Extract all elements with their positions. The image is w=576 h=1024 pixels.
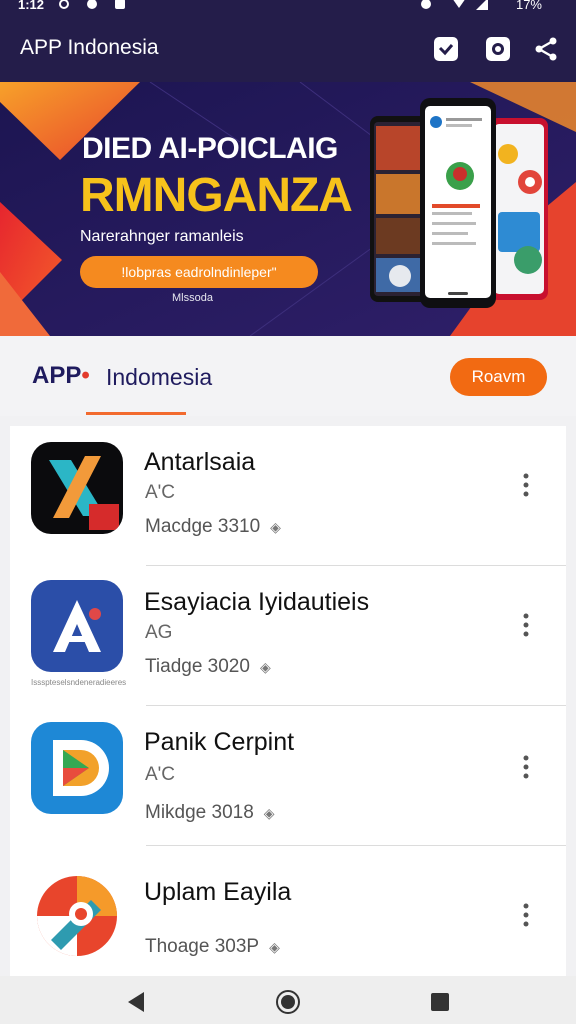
app-meta-text: Macdge 3310: [145, 516, 261, 537]
app-list: Antarlsaia A'C Macdge 3310 ◈ Issspteselsn…: [10, 426, 566, 976]
action-button[interactable]: Roavm: [450, 358, 547, 396]
app-meta: Thoage 303P ◈: [145, 936, 280, 958]
list-item[interactable]: Panik Cerpint A'C Mikdge 3018 ◈: [10, 706, 566, 846]
app-developer: A'C: [145, 764, 176, 785]
app-meta: Macdge 3310 ◈: [145, 516, 281, 538]
more-options-icon[interactable]: [520, 754, 532, 780]
banner-headline: DIED AI-POICLAIG: [82, 132, 338, 165]
app-developer: A'C: [145, 482, 176, 503]
list-item[interactable]: Uplam Eayila Thoage 303P ◈: [10, 850, 566, 976]
promo-banner[interactable]: DIED AI-POICLAIG RMNGANZA Narerahnger ra…: [0, 82, 576, 336]
app-meta: Mikdge 3018 ◈: [145, 802, 275, 824]
banner-subtitle: Narerahnger ramanleis: [80, 228, 244, 245]
settings-status-icon: [59, 0, 69, 9]
notification-status-icon: [115, 0, 125, 9]
camera-icon[interactable]: [485, 36, 511, 62]
app-name: Esayiacia Iyidautieis: [144, 588, 370, 616]
badge-icon: ◈: [259, 659, 271, 675]
status-bar: 1:12 17%: [0, 0, 576, 14]
app-developer: AG: [145, 622, 173, 643]
app-name: Antarlsaia: [144, 448, 256, 476]
app-meta-text: Mikdge 3018: [145, 802, 254, 823]
d-logo-icon: [31, 722, 123, 814]
compass-logo-icon: [31, 870, 123, 962]
status-time: 1:12: [18, 0, 45, 12]
phone-mockup-center: [420, 98, 496, 308]
banner-cta-button[interactable]: !lobpras eadrolndinleper": [80, 256, 318, 288]
more-options-icon[interactable]: [520, 902, 532, 928]
banner-title: RMNGANZA: [80, 169, 353, 222]
screen: 1:12 17% APP Indonesia DIED AI-POICLAIG …: [0, 0, 576, 1024]
recents-icon[interactable]: [428, 990, 452, 1014]
alarm-status-icon: [421, 0, 431, 9]
banner-footnote: Mlssoda: [172, 292, 213, 304]
home-icon[interactable]: [276, 990, 300, 1014]
app-name: Uplam Eayila: [144, 878, 292, 906]
list-item[interactable]: Antarlsaia A'C Macdge 3310 ◈: [10, 426, 566, 566]
app-meta-text: Tiadge 3020: [145, 656, 250, 677]
app-bar: APP Indonesia: [0, 14, 576, 82]
app-meta-text: Thoage 303P: [145, 936, 260, 957]
app-title: APP Indonesia: [20, 36, 159, 59]
system-nav-bar: [0, 976, 576, 1024]
badge-icon: ◈: [270, 519, 281, 535]
app-icon-caption: Issspteselsndeneradieeres: [31, 678, 127, 687]
tab-indicator: [86, 412, 186, 415]
badge-icon: ◈: [269, 939, 280, 955]
badge-icon: ◈: [263, 805, 275, 821]
share-icon[interactable]: [533, 36, 559, 62]
section-header: APP• Indomesia Roavm: [0, 336, 576, 416]
brand-subtitle: Indomesia: [106, 364, 213, 390]
list-item[interactable]: Issspteselsndeneradieeres Esayiacia Iyid…: [10, 566, 566, 706]
app-meta: Tiadge 3020 ◈: [145, 656, 271, 678]
brand-logo: APP•: [32, 362, 90, 390]
brand-logo-text: APP: [32, 362, 82, 389]
app-name: Panik Cerpint: [144, 728, 295, 756]
battery-level: 17%: [515, 0, 542, 12]
wifi-icon: [453, 0, 465, 8]
a-logo-icon: [31, 580, 123, 672]
brand-logo-mark: •: [81, 362, 90, 389]
bookmark-check-icon[interactable]: [433, 36, 459, 62]
more-options-icon[interactable]: [520, 612, 532, 638]
back-icon[interactable]: [124, 990, 148, 1014]
phone-mockup-right: [490, 118, 548, 300]
x-logo-icon: [31, 442, 123, 534]
messenger-status-icon: [87, 0, 97, 9]
signal-icon: [476, 0, 488, 10]
divider: [146, 845, 566, 846]
more-options-icon[interactable]: [520, 472, 532, 498]
